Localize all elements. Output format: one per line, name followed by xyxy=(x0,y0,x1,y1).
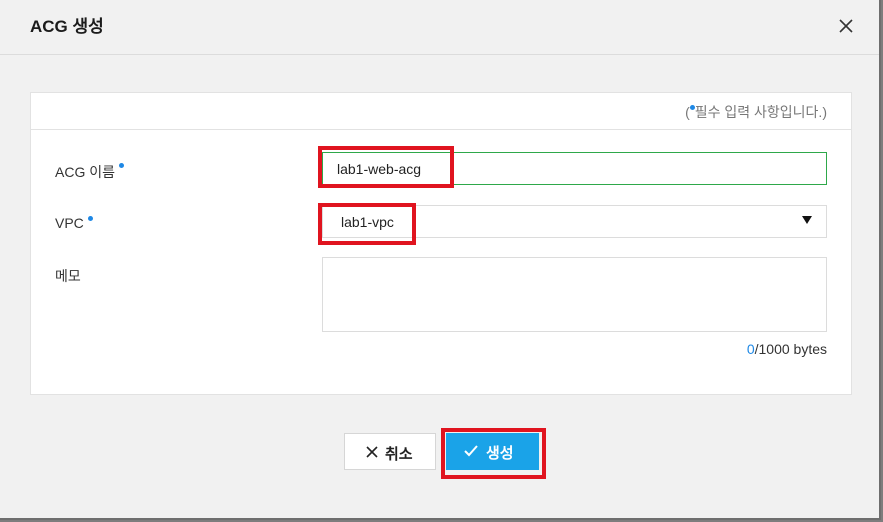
acg-create-modal: ACG 생성 (필수 입력 사항입니다.) ACG 이름 VPC lab1-vp… xyxy=(0,0,881,520)
close-icon xyxy=(839,19,853,33)
vpc-select[interactable]: lab1-vpc xyxy=(322,205,827,238)
required-dot-icon xyxy=(119,163,124,168)
caret-down-icon xyxy=(802,216,812,224)
form-card: (필수 입력 사항입니다.) ACG 이름 VPC lab1-vpc 메모 0/… xyxy=(30,92,852,395)
memo-byte-counter: 0/1000 bytes xyxy=(747,341,827,357)
x-icon xyxy=(366,446,378,458)
vpc-label: VPC xyxy=(55,215,93,231)
modal-title: ACG 생성 xyxy=(30,17,104,36)
memo-byte-count: 0 xyxy=(746,341,755,357)
required-note-label: 필수 입력 사항입니다.) xyxy=(694,104,827,120)
acg-name-input[interactable] xyxy=(322,152,827,185)
required-dot-icon xyxy=(87,216,93,221)
required-note-text: (필수 입력 사항입니다.) xyxy=(685,102,827,122)
required-note: (필수 입력 사항입니다.) xyxy=(31,93,851,130)
memo-label: 메모 xyxy=(55,266,81,286)
close-button[interactable] xyxy=(836,16,856,36)
create-button[interactable]: 생성 xyxy=(446,433,539,470)
create-button-label: 생성 xyxy=(486,445,514,462)
acg-name-label: ACG 이름 xyxy=(55,162,124,182)
memo-label-text: 메모 xyxy=(55,268,81,284)
check-icon xyxy=(464,445,478,457)
vpc-select-value: lab1-vpc xyxy=(341,214,394,230)
memo-byte-limit: /1000 bytes xyxy=(754,341,827,357)
cancel-button-label: 취소 xyxy=(385,446,413,463)
cancel-button[interactable]: 취소 xyxy=(344,433,436,470)
modal-header: ACG 생성 xyxy=(0,0,879,55)
acg-name-label-text: ACG 이름 xyxy=(55,164,115,180)
memo-textarea[interactable] xyxy=(322,257,827,332)
vpc-label-text: VPC xyxy=(55,215,84,231)
